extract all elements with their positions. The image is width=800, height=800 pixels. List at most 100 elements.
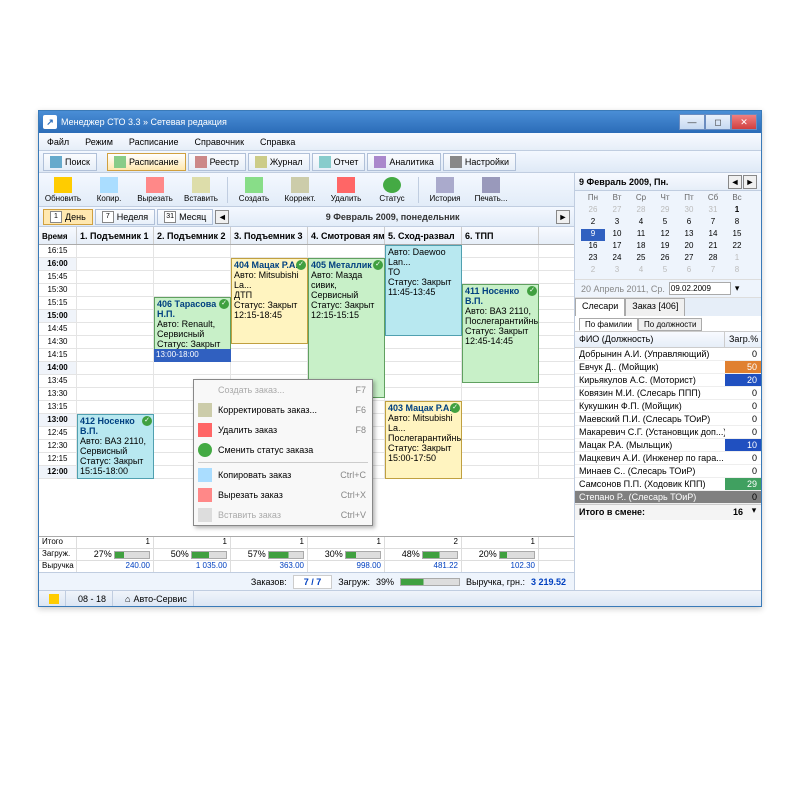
tab-settings[interactable]: Настройки	[443, 153, 516, 171]
calendar[interactable]: ПнВтСрЧтПтСбВс26272829303112345678910111…	[575, 191, 761, 279]
cal-day[interactable]: 9	[581, 229, 605, 241]
tab-schedule[interactable]: Расписание	[107, 153, 186, 171]
cal-day[interactable]: 8	[725, 217, 749, 229]
subtab-role[interactable]: По должности	[638, 318, 702, 331]
cal-day[interactable]: 6	[677, 217, 701, 229]
mechanic-row[interactable]: Кирьякулов А.С. (Моторист)20	[575, 374, 761, 387]
menu-schedule[interactable]: Расписание	[125, 135, 183, 149]
cal-day[interactable]: 22	[725, 241, 749, 253]
cal-day[interactable]: 25	[629, 253, 653, 265]
mechanic-row[interactable]: Кукушкин Ф.П. (Мойщик)0	[575, 400, 761, 413]
status-button[interactable]: Статус	[372, 177, 412, 203]
cal-day[interactable]: 1	[725, 205, 749, 217]
tab-journal[interactable]: Журнал	[248, 153, 310, 171]
ctx-cut[interactable]: Вырезать заказCtrl+X	[194, 485, 372, 505]
cal-day[interactable]: 16	[581, 241, 605, 253]
cal-day[interactable]: 10	[605, 229, 629, 241]
appointment-406[interactable]: ✓ 406 Тарасова Н.П. Авто: Renault, Серви…	[154, 297, 231, 353]
menu-directory[interactable]: Справочник	[191, 135, 249, 149]
cal-day[interactable]: 30	[677, 205, 701, 217]
view-week[interactable]: 7Неделя	[95, 209, 155, 225]
delete-button[interactable]: Удалить	[326, 177, 366, 203]
col-tpp[interactable]: 6. ТПП	[462, 227, 539, 244]
menu-help[interactable]: Справка	[256, 135, 299, 149]
cal-day[interactable]: 23	[581, 253, 605, 265]
cal-day[interactable]: 3	[605, 217, 629, 229]
appointment-daewoo[interactable]: Авто: Daewoo Lan... ТО Статус: Закрыт 11…	[385, 245, 462, 336]
paste-button[interactable]: Вставить	[181, 177, 221, 203]
cal-day[interactable]: 26	[581, 205, 605, 217]
mechanic-row[interactable]: Макаревич С.Г. (Установщик доп...)0	[575, 426, 761, 439]
selected-slot[interactable]: 13:00-18:00	[154, 349, 231, 362]
cal-day[interactable]: 19	[653, 241, 677, 253]
cal-day[interactable]: 27	[605, 205, 629, 217]
cal-day[interactable]: 20	[677, 241, 701, 253]
minimize-button[interactable]: —	[679, 114, 705, 130]
cal-day[interactable]: 11	[629, 229, 653, 241]
cal-day[interactable]: 3	[605, 265, 629, 277]
cal-day[interactable]: 26	[653, 253, 677, 265]
cut-button[interactable]: Вырезать	[135, 177, 175, 203]
ctx-paste[interactable]: Вставить заказCtrl+V	[194, 505, 372, 525]
maximize-button[interactable]: ◻	[705, 114, 731, 130]
date-picker-icon[interactable]: ▾	[735, 283, 740, 294]
tab-registry[interactable]: Реестр	[188, 153, 246, 171]
ctx-copy[interactable]: Копировать заказCtrl+C	[194, 465, 372, 485]
mechanic-row[interactable]: Евчук Д.. (Мойщик)50	[575, 361, 761, 374]
cal-day[interactable]: 17	[605, 241, 629, 253]
cal-prev[interactable]: ◄	[728, 175, 742, 189]
appointment-403[interactable]: ✓ 403 Мацак Р.А. Авто: Mitsubishi La... …	[385, 401, 462, 479]
cal-day[interactable]: 2	[581, 265, 605, 277]
next-day[interactable]: ►	[556, 210, 570, 224]
cal-day[interactable]: 24	[605, 253, 629, 265]
tab-analytics[interactable]: Аналитика	[367, 153, 441, 171]
cal-day[interactable]: 29	[653, 205, 677, 217]
menu-file[interactable]: Файл	[43, 135, 73, 149]
cal-next[interactable]: ►	[743, 175, 757, 189]
cal-day[interactable]: 5	[653, 217, 677, 229]
menu-mode[interactable]: Режим	[81, 135, 117, 149]
history-button[interactable]: История	[425, 177, 465, 203]
cal-day[interactable]: 13	[677, 229, 701, 241]
titlebar[interactable]: ↗ Менеджер СТО 3.3 » Сетевая редакция — …	[39, 111, 761, 133]
mechanic-row[interactable]: Добрынин А.И. (Управляющий)0	[575, 348, 761, 361]
cal-day[interactable]: 8	[725, 265, 749, 277]
cal-day[interactable]: 1	[725, 253, 749, 265]
col-lift1[interactable]: 1. Подъемник 1	[77, 227, 154, 244]
scroll-down-icon[interactable]: ▾	[747, 505, 761, 520]
subtab-name[interactable]: По фамилии	[579, 318, 638, 331]
cal-day[interactable]: 27	[677, 253, 701, 265]
tab-report[interactable]: Отчет	[312, 153, 366, 171]
appointment-411[interactable]: ✓ 411 Носенко В.П. Авто: ВАЗ 2110, После…	[462, 284, 539, 383]
tab-mechanics[interactable]: Слесари	[575, 298, 625, 316]
mechanic-row[interactable]: Мацкевич А.И. (Инженер по гара...0	[575, 452, 761, 465]
cal-day[interactable]: 4	[629, 265, 653, 277]
cal-day[interactable]: 28	[629, 205, 653, 217]
col-align[interactable]: 5. Сход-развал	[385, 227, 462, 244]
col-lift2[interactable]: 2. Подъемник 2	[154, 227, 231, 244]
close-button[interactable]: ✕	[731, 114, 757, 130]
cal-day[interactable]: 15	[725, 229, 749, 241]
cal-day[interactable]: 2	[581, 217, 605, 229]
appointment-405[interactable]: ✓ 405 Металлик Авто: Мазда сивик, Сервис…	[308, 258, 385, 398]
appointment-404[interactable]: ✓ 404 Мацак Р.А. Авто: Mitsubishi La... …	[231, 258, 308, 344]
cal-day[interactable]: 5	[653, 265, 677, 277]
mechanic-row[interactable]: Самсонов П.П. (Ходовик КПП)29	[575, 478, 761, 491]
ctx-create[interactable]: Создать заказ...F7	[194, 380, 372, 400]
cal-day[interactable]: 31	[701, 205, 725, 217]
ctx-status[interactable]: Сменить статус заказа	[194, 440, 372, 460]
mechanic-row[interactable]: Степано Р.. (Слесарь ТОиР)0	[575, 491, 761, 504]
cal-day[interactable]: 18	[629, 241, 653, 253]
prev-day[interactable]: ◄	[215, 210, 229, 224]
cal-day[interactable]: 6	[677, 265, 701, 277]
tab-order[interactable]: Заказ [406]	[625, 298, 685, 316]
mechanic-row[interactable]: Мацак Р.А. (Мыльщик)10	[575, 439, 761, 452]
col-time[interactable]: Время	[39, 227, 77, 244]
appointment-412[interactable]: ✓ 412 Носенко В.П. Авто: ВАЗ 2110, Серви…	[77, 414, 154, 479]
print-button[interactable]: Печать...	[471, 177, 511, 203]
cal-day[interactable]: 12	[653, 229, 677, 241]
refresh-button[interactable]: Обновить	[43, 177, 83, 203]
view-day[interactable]: 1День	[43, 209, 93, 225]
mechanic-row[interactable]: Минаев С.. (Слесарь ТОиР)0	[575, 465, 761, 478]
time-row[interactable]: 16:15	[39, 245, 574, 258]
